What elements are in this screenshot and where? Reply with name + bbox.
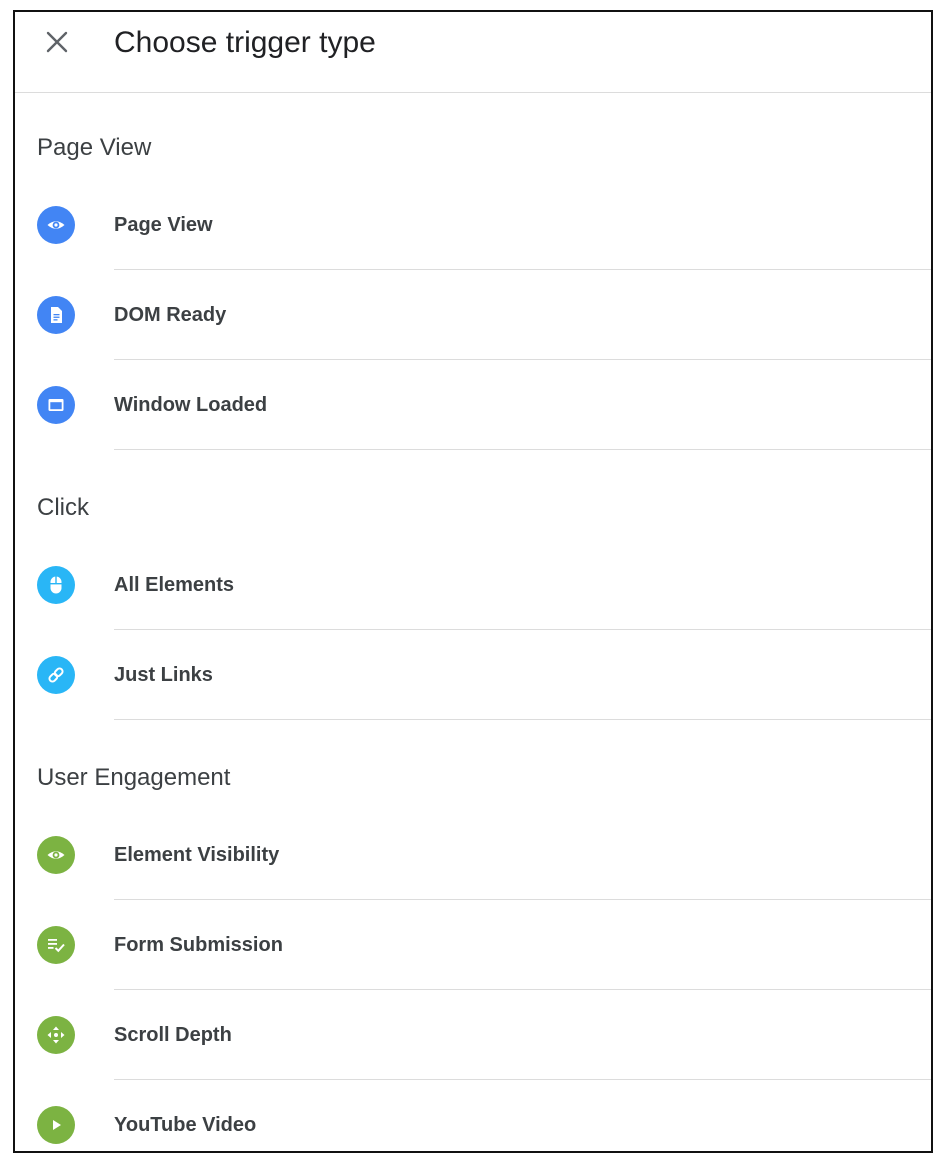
trigger-option-label: DOM Ready [114, 304, 227, 326]
trigger-option-page-view[interactable]: Page View [15, 180, 931, 270]
trigger-option-label: Scroll Depth [114, 1024, 232, 1046]
form-check-icon [37, 926, 75, 964]
section-title-click: Click [37, 494, 89, 521]
section-title-user-engagement: User Engagement [37, 764, 231, 791]
trigger-option-just-links[interactable]: Just Links [15, 630, 931, 720]
document-icon [37, 296, 75, 334]
trigger-option-label: All Elements [114, 574, 235, 596]
close-icon[interactable] [43, 28, 71, 56]
trigger-option-form-submission[interactable]: Form Submission [15, 900, 931, 990]
scroll-arrows-icon [37, 1016, 75, 1054]
trigger-option-label: Element Visibility [114, 844, 280, 866]
trigger-option-element-visibility[interactable]: Element Visibility [15, 810, 931, 900]
mouse-icon [37, 566, 75, 604]
trigger-option-dom-ready[interactable]: DOM Ready [15, 270, 931, 360]
panel-header: Choose trigger type [15, 12, 931, 93]
play-icon [37, 1106, 75, 1144]
trigger-option-label: Page View [114, 214, 213, 236]
divider [114, 449, 931, 450]
divider [114, 719, 931, 720]
trigger-option-youtube-video[interactable]: YouTube Video [15, 1080, 931, 1151]
window-icon [37, 386, 75, 424]
eye-icon [37, 836, 75, 874]
panel-title: Choose trigger type [114, 26, 376, 59]
trigger-option-label: Just Links [114, 664, 213, 686]
section-title-page-view: Page View [37, 134, 152, 161]
trigger-option-window-loaded[interactable]: Window Loaded [15, 360, 931, 450]
trigger-option-scroll-depth[interactable]: Scroll Depth [15, 990, 931, 1080]
trigger-type-panel: Choose trigger type Page View Page View … [13, 10, 933, 1153]
trigger-option-label: Form Submission [114, 934, 283, 956]
link-icon [37, 656, 75, 694]
trigger-option-label: YouTube Video [114, 1114, 257, 1136]
trigger-option-all-elements[interactable]: All Elements [15, 540, 931, 630]
eye-icon [37, 206, 75, 244]
trigger-option-label: Window Loaded [114, 394, 268, 416]
